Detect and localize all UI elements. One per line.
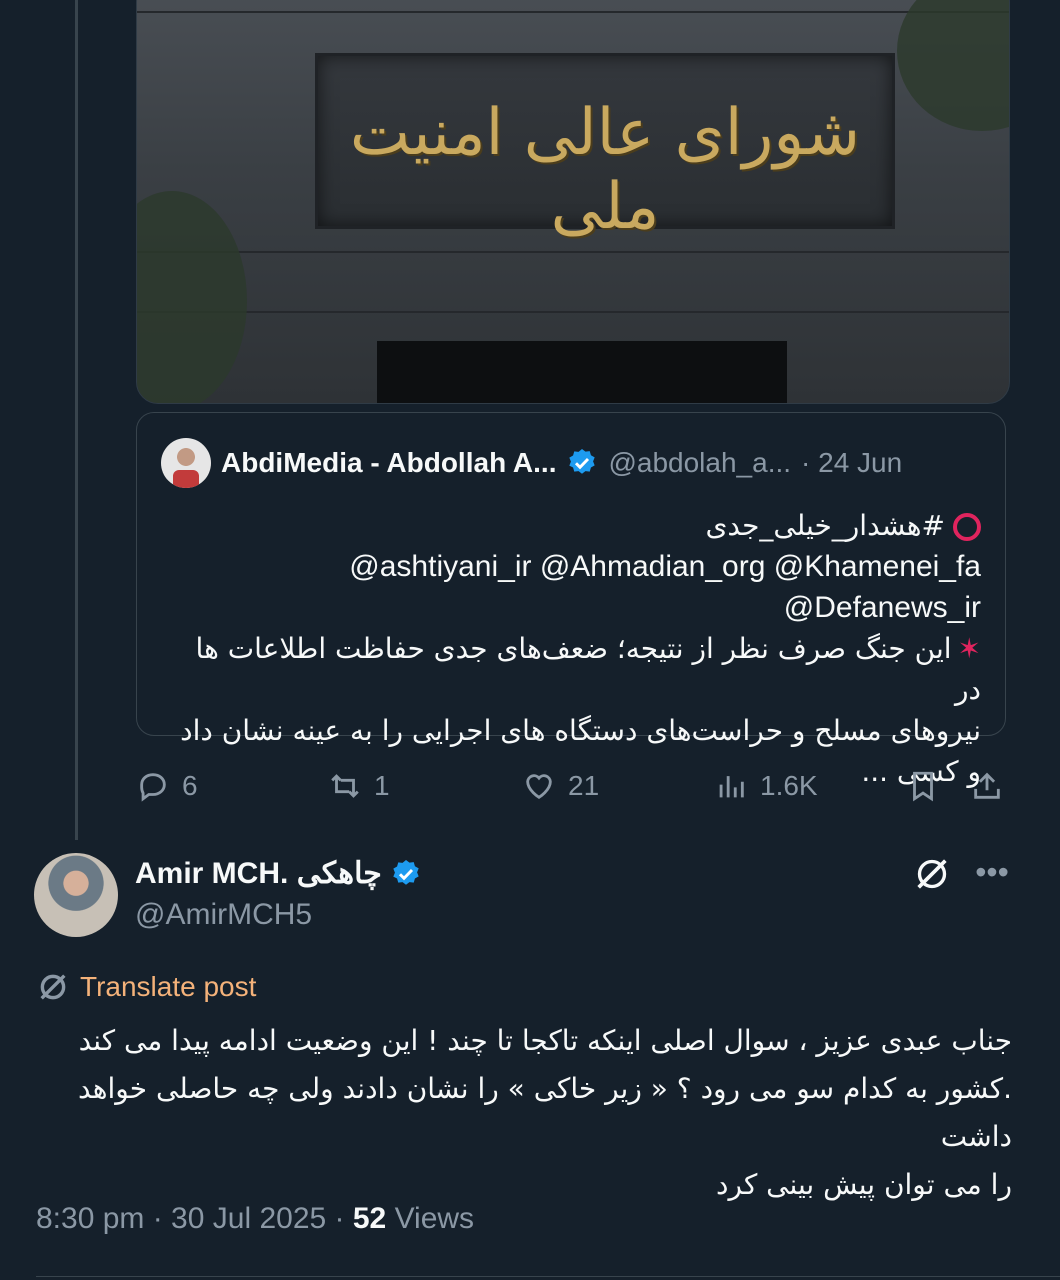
quoted-post[interactable]: AbdiMedia - Abdollah A... @abdolah_a... … bbox=[136, 412, 1006, 788]
mentions-line[interactable]: @ashtiyani_ir @Ahmadian_org @Khamenei_fa bbox=[161, 546, 981, 587]
reply-author-name[interactable]: Amir MCH. چاهکی bbox=[135, 856, 382, 891]
heart-icon bbox=[526, 774, 552, 800]
tree-foliage bbox=[137, 191, 247, 403]
views-button[interactable]: 1.6K bbox=[714, 760, 818, 812]
hashtag[interactable]: #هشدار_خیلی_جدی bbox=[706, 509, 946, 542]
hashtag-line: #هشدار_خیلی_جدی bbox=[161, 505, 981, 546]
post-image[interactable]: شورای عالی امنیت ملی bbox=[136, 0, 1010, 404]
avatar[interactable] bbox=[161, 438, 211, 488]
anger-symbol-icon: ✶ bbox=[957, 632, 981, 665]
reply-author-handle[interactable]: @AmirMCH5 bbox=[135, 898, 312, 932]
text-line-content: این جنگ صرف نظر از نتیجه؛ ضعف‌های جدی حف… bbox=[195, 632, 981, 706]
sign-text: شورای عالی امنیت ملی bbox=[349, 96, 861, 244]
quoted-post-date[interactable]: · 24 Jun bbox=[801, 447, 902, 479]
reply-button[interactable]: 6 bbox=[136, 760, 198, 812]
repost-count: 1 bbox=[374, 770, 390, 801]
translate-label[interactable]: Translate post bbox=[80, 971, 256, 1003]
views-label: Views bbox=[386, 1202, 475, 1235]
like-count: 21 bbox=[568, 770, 600, 801]
wall-line bbox=[137, 311, 1009, 313]
wall-line bbox=[137, 11, 1009, 13]
analytics-icon bbox=[719, 776, 744, 798]
bookmark-button[interactable] bbox=[906, 760, 940, 812]
text-line: .کشور به کدام سو می رود ؟ « زیر خاکی » ر… bbox=[78, 1072, 1012, 1153]
views-count: 1.6K bbox=[760, 770, 818, 801]
tree-foliage bbox=[897, 0, 1009, 131]
grok-icon bbox=[40, 974, 66, 1000]
post-actions: 6 1 21 1.6K bbox=[136, 760, 1008, 812]
quoted-post-text: #هشدار_خیلی_جدی @ashtiyani_ir @Ahmadian_… bbox=[161, 505, 981, 792]
repost-button[interactable]: 1 bbox=[328, 760, 390, 812]
avatar[interactable] bbox=[34, 853, 118, 937]
quoted-author-handle[interactable]: @abdolah_a... bbox=[608, 447, 791, 479]
mentions-line[interactable]: @Defanews_ir bbox=[161, 587, 981, 628]
thread-line bbox=[75, 0, 78, 840]
reply-icon bbox=[140, 773, 166, 802]
timestamp[interactable]: 8:30 pm · 30 Jul 2025 · bbox=[36, 1202, 353, 1235]
like-button[interactable]: 21 bbox=[522, 760, 599, 812]
text-line: جناب عبدی عزیز ، سوال اصلی اینکه تاکجا ت… bbox=[78, 1024, 1012, 1057]
verified-badge-icon bbox=[569, 449, 596, 474]
share-button[interactable] bbox=[970, 760, 1004, 812]
more-options-icon[interactable]: ••• bbox=[970, 852, 1014, 896]
share-icon bbox=[974, 772, 1000, 799]
reply-text: جناب عبدی عزیز ، سوال اصلی اینکه تاکجا ت… bbox=[36, 1017, 1012, 1209]
divider bbox=[36, 1276, 1060, 1277]
doorway bbox=[377, 341, 787, 403]
translate-post-link[interactable]: Translate post bbox=[36, 970, 256, 1004]
views-number: 52 bbox=[352, 1202, 387, 1235]
quoted-post-header: AbdiMedia - Abdollah A... @abdolah_a... … bbox=[161, 437, 902, 489]
post-meta: 8:30 pm · 30 Jul 2025 · 52 Views bbox=[36, 1202, 474, 1236]
repost-icon bbox=[331, 774, 359, 798]
red-circle-icon bbox=[953, 513, 981, 541]
quoted-author-name[interactable]: AbdiMedia - Abdollah A... bbox=[221, 447, 556, 479]
bookmark-icon bbox=[913, 771, 933, 802]
grok-icon[interactable] bbox=[912, 854, 952, 894]
reply-count: 6 bbox=[182, 770, 198, 801]
verified-badge-icon bbox=[393, 859, 419, 885]
reply-author-row: Amir MCH. چاهکی bbox=[135, 856, 422, 891]
sign-panel: شورای عالی امنیت ملی bbox=[315, 53, 895, 244]
wall-line bbox=[137, 251, 1009, 253]
text-line: ✶این جنگ صرف نظر از نتیجه؛ ضعف‌های جدی ح… bbox=[161, 628, 981, 710]
